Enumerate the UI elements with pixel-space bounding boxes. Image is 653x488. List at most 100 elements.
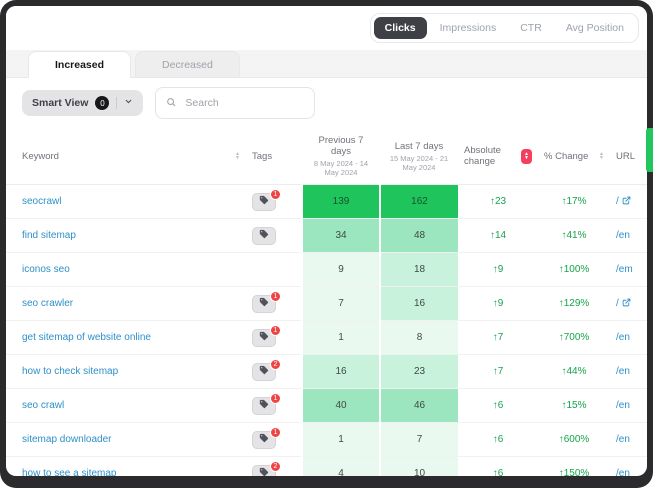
chevron-down-icon (124, 97, 133, 109)
pct-change-cell: ↑41% (538, 219, 610, 253)
tags-cell: 1 (246, 321, 302, 355)
prev-period-value-cell: 34 (302, 219, 380, 253)
tag-chip[interactable]: 1 (252, 295, 276, 313)
last-period-value-cell: 8 (380, 321, 458, 355)
url-link[interactable]: /en (616, 468, 630, 476)
prev-period-value-cell: 16 (302, 355, 380, 389)
absolute-change-value: ↑9 (464, 264, 532, 275)
tag-chip[interactable]: 2 (252, 363, 276, 381)
url-link[interactable]: / (616, 298, 631, 310)
smart-view-dropdown[interactable]: Smart View 0 (22, 90, 143, 116)
absolute-change-cell: ↑6 (458, 423, 538, 457)
keyword-cell: seocrawl (6, 185, 246, 219)
tag-chip[interactable]: 1 (252, 329, 276, 347)
pct-change-value: ↑150% (544, 468, 604, 476)
column-header-pct-change[interactable]: % Change ▲▼ (538, 128, 610, 185)
url-link[interactable]: /em (616, 264, 633, 275)
column-header-tags-label: Tags (252, 151, 272, 162)
tags-cell: 1 (246, 287, 302, 321)
tag-count-badge: 1 (270, 325, 281, 336)
prev-period-value-cell: 4 (302, 457, 380, 477)
last-period-value-cell: 48 (380, 219, 458, 253)
url-cell: /en (610, 219, 647, 253)
keyword-link[interactable]: how to see a sitemap (22, 468, 117, 476)
pct-change-cell: ↑17% (538, 185, 610, 219)
absolute-change-value: ↑7 (464, 366, 532, 377)
keyword-link[interactable]: sitemap downloader (22, 434, 112, 445)
dashboard-card: Clicks Impressions CTR Avg Position Incr… (6, 6, 647, 476)
column-header-last: Last 7 days 15 May 2024 - 21 May 2024 (380, 128, 458, 185)
column-header-url[interactable]: URL ▲▼ (610, 128, 647, 185)
keyword-cell: how to check sitemap (6, 355, 246, 389)
metric-tab-ctr[interactable]: CTR (509, 17, 553, 39)
tag-chip[interactable] (252, 227, 276, 245)
tags-cell (246, 253, 302, 287)
tag-count-badge: 1 (270, 427, 281, 438)
absolute-change-cell: ↑7 (458, 321, 538, 355)
sort-icon[interactable]: ▲▼ (235, 152, 240, 161)
pct-change-value: ↑700% (544, 332, 604, 343)
url-cell: /en (610, 389, 647, 423)
url-link[interactable]: /en (616, 366, 630, 377)
tags-cell (246, 219, 302, 253)
url-link[interactable]: /en (616, 230, 630, 241)
column-header-absolute-change[interactable]: Absolute change ▲▼ (458, 128, 538, 185)
metric-tab-clicks[interactable]: Clicks (374, 17, 427, 39)
tag-chip[interactable]: 1 (252, 193, 276, 211)
url-link[interactable]: / (616, 196, 631, 208)
url-link[interactable]: /en (616, 400, 630, 411)
table-body: seocrawl1139162↑23↑17%/find sitemap3448↑… (6, 185, 647, 477)
keyword-link[interactable]: iconos seo (22, 264, 70, 275)
toolbar: Smart View 0 (6, 78, 647, 128)
tab-increased[interactable]: Increased (28, 51, 131, 78)
keyword-link[interactable]: seo crawl (22, 400, 64, 411)
metric-tab-avg-position[interactable]: Avg Position (555, 17, 635, 39)
column-header-keyword[interactable]: Keyword ▲▼ (6, 128, 246, 185)
keywords-table-wrap: Keyword ▲▼ Tags Previous 7 days 8 May 20… (6, 128, 647, 476)
tag-chip[interactable]: 1 (252, 431, 276, 449)
search-input[interactable] (183, 96, 304, 110)
tab-decreased[interactable]: Decreased (135, 51, 240, 77)
column-header-previous: Previous 7 days 8 May 2024 - 14 May 2024 (302, 128, 380, 185)
table-row: seocrawl1139162↑23↑17%/ (6, 185, 647, 219)
column-header-last-label: Last 7 days (395, 141, 444, 152)
table-row: iconos seo918↑9↑100%/em (6, 253, 647, 287)
url-cell: /en (610, 457, 647, 477)
divider (116, 97, 117, 109)
tag-chip[interactable]: 2 (252, 465, 276, 476)
sort-icon-active[interactable]: ▲▼ (521, 149, 532, 164)
keyword-link[interactable]: how to check sitemap (22, 366, 118, 377)
keyword-cell: how to see a sitemap (6, 457, 246, 477)
table-row: seo crawler1716↑9↑129%/ (6, 287, 647, 321)
tag-icon (259, 365, 269, 378)
absolute-change-cell: ↑9 (458, 253, 538, 287)
metric-segmented-control: Clicks Impressions CTR Avg Position (370, 13, 639, 43)
prev-period-value-cell: 7 (302, 287, 380, 321)
absolute-change-cell: ↑7 (458, 355, 538, 389)
tag-icon (259, 297, 269, 310)
absolute-change-cell: ↑9 (458, 287, 538, 321)
last-period-value-cell: 23 (380, 355, 458, 389)
sort-icon[interactable]: ▲▼ (599, 152, 604, 161)
url-link[interactable]: /en (616, 434, 630, 445)
tag-icon (259, 229, 269, 242)
url-cell: / (610, 287, 647, 321)
table-row: how to check sitemap21623↑7↑44%/en (6, 355, 647, 389)
table-row: sitemap downloader117↑6↑600%/en (6, 423, 647, 457)
keyword-link[interactable]: find sitemap (22, 230, 76, 241)
keyword-link[interactable]: seocrawl (22, 196, 61, 207)
app-frame: Clicks Impressions CTR Avg Position Incr… (0, 0, 653, 488)
pct-change-value: ↑41% (544, 230, 604, 241)
last-period-value-cell: 18 (380, 253, 458, 287)
last-period-value-cell: 162 (380, 185, 458, 219)
pct-change-cell: ↑600% (538, 423, 610, 457)
url-link[interactable]: /en (616, 332, 630, 343)
tag-chip[interactable]: 1 (252, 397, 276, 415)
smart-view-count-badge: 0 (95, 96, 109, 110)
tags-cell: 2 (246, 457, 302, 477)
keyword-link[interactable]: seo crawler (22, 298, 73, 309)
keyword-link[interactable]: get sitemap of website online (22, 332, 151, 343)
column-header-previous-label: Previous 7 days (319, 135, 364, 157)
table-row: seo crawl14046↑6↑15%/en (6, 389, 647, 423)
metric-tab-impressions[interactable]: Impressions (429, 17, 508, 39)
